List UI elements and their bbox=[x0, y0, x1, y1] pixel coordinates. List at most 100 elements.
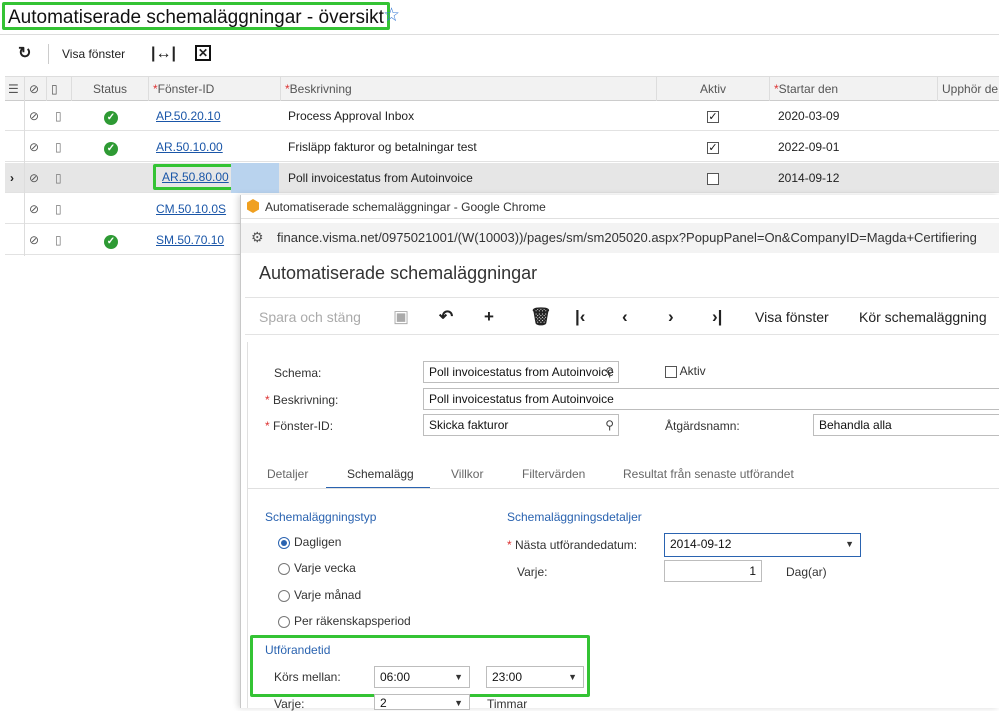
status-ok-icon: ✓ bbox=[104, 225, 118, 255]
row-description: Process Approval Inbox bbox=[288, 109, 415, 123]
add-icon[interactable]: + bbox=[484, 298, 494, 336]
address-bar[interactable]: ⚙ finance.visma.net/0975021001/(W(10003)… bbox=[241, 223, 999, 253]
screen-id-link[interactable]: CM.50.10.0S bbox=[156, 194, 226, 224]
row-start-date: 2014-09-12 bbox=[778, 171, 840, 185]
screen-id-label: * Fönster-ID: bbox=[265, 419, 334, 433]
chrome-title-bar: Automatiserade schemaläggningar - Google… bbox=[241, 195, 999, 219]
note-icon[interactable]: ▯ bbox=[55, 163, 62, 193]
undo-icon[interactable]: ↶ bbox=[439, 298, 453, 336]
next-record-icon[interactable]: › bbox=[668, 298, 674, 336]
search-icon[interactable]: ⚲ bbox=[605, 362, 614, 382]
col-screen-id[interactable]: *Fönster-ID bbox=[149, 77, 281, 101]
paperclip-icon[interactable]: ⊘ bbox=[29, 163, 39, 193]
description-label: * Beskrivning: bbox=[265, 393, 339, 407]
active-checkbox[interactable] bbox=[707, 163, 719, 193]
every-hours-unit: Timmar bbox=[487, 697, 528, 711]
previous-record-icon[interactable]: ‹ bbox=[622, 298, 628, 336]
note-icon[interactable]: ▯ bbox=[55, 225, 62, 255]
cell-focus bbox=[231, 163, 279, 193]
screen-title: Automatiserade schemaläggningar bbox=[259, 263, 538, 283]
tab-filter-values[interactable]: Filtervärden bbox=[522, 467, 585, 489]
row-start-date: 2022-09-01 bbox=[778, 140, 840, 154]
row-selector-column bbox=[5, 101, 25, 256]
radio-daily[interactable]: Dagligen bbox=[278, 535, 341, 549]
radio-per-period[interactable]: Per räkenskapsperiod bbox=[278, 614, 411, 628]
first-record-icon[interactable]: |‹ bbox=[575, 298, 585, 336]
dropdown-arrow-icon[interactable]: ▼ bbox=[568, 667, 577, 687]
screen-id-link[interactable]: SM.50.70.10 bbox=[156, 225, 224, 255]
columns-config-icon[interactable]: ☰ bbox=[5, 77, 25, 101]
schedule-details-heading: Schemaläggningsdetaljer bbox=[507, 510, 642, 524]
col-status[interactable]: Status bbox=[72, 77, 149, 101]
grid-header: ☰ ⊘ ▯ Status *Fönster-ID *Beskrivning Ak… bbox=[5, 76, 999, 101]
row-start-date: 2020-03-09 bbox=[778, 109, 840, 123]
next-run-label: * Nästa utförandedatum: bbox=[507, 538, 638, 552]
row-description: Frisläpp fakturor og betalningar test bbox=[288, 140, 477, 154]
save-icon[interactable]: ▣ bbox=[393, 298, 409, 336]
start-time-select[interactable]: 06:00 ▼ bbox=[374, 666, 470, 688]
url-text[interactable]: finance.visma.net/0975021001/(W(10003))/… bbox=[277, 230, 977, 245]
every-label: Varje: bbox=[517, 565, 548, 579]
execution-time-heading: Utförandetid bbox=[265, 643, 331, 657]
note-icon[interactable]: ▯ bbox=[55, 101, 62, 131]
attachment-header-icon: ⊘ bbox=[25, 77, 47, 101]
save-close-button[interactable]: Spara och stäng bbox=[259, 298, 361, 336]
note-icon[interactable]: ▯ bbox=[55, 132, 62, 162]
run-schedule-button[interactable]: Kör schemaläggning bbox=[859, 298, 987, 336]
popup-toolbar: Spara och stäng ▣ ↶ + 🗑 |‹ ‹ › ›| Visa f… bbox=[245, 297, 999, 335]
radio-weekly[interactable]: Varje vecka bbox=[278, 561, 356, 575]
dropdown-arrow-icon[interactable]: ▼ bbox=[454, 667, 463, 687]
fit-columns-icon[interactable]: |↔| bbox=[151, 44, 176, 64]
dropdown-arrow-icon[interactable]: ▼ bbox=[845, 534, 854, 554]
col-starts-on[interactable]: *Startar den bbox=[770, 77, 938, 101]
window-title: Automatiserade schemaläggningar - Google… bbox=[265, 200, 546, 214]
tab-divider bbox=[247, 488, 999, 489]
next-run-date-field[interactable]: 2014-09-12 ▼ bbox=[664, 533, 861, 557]
tab-details[interactable]: Detaljer bbox=[267, 467, 308, 489]
table-row[interactable]: ⊘ ▯ ✓ AR.50.10.00 Frisläpp fakturor og b… bbox=[5, 132, 999, 162]
paperclip-icon[interactable]: ⊘ bbox=[29, 101, 39, 131]
tab-schedule[interactable]: Schemalägg bbox=[326, 467, 430, 489]
active-checkbox[interactable]: Aktiv bbox=[665, 364, 706, 378]
screen-id-link[interactable]: AP.50.20.10 bbox=[156, 101, 221, 131]
col-active[interactable]: Aktiv bbox=[657, 77, 770, 101]
table-row-selected[interactable]: › ⊘ ▯ AR.50.80.00 Poll invoicestatus fro… bbox=[5, 163, 999, 193]
tab-last-results[interactable]: Resultat från senaste utförandet bbox=[623, 467, 794, 489]
note-icon[interactable]: ▯ bbox=[55, 194, 62, 224]
row-description: Poll invoicestatus from Autoinvoice bbox=[288, 171, 473, 185]
active-checkbox[interactable]: ✓ bbox=[707, 101, 719, 131]
site-settings-icon[interactable]: ⚙ bbox=[251, 229, 264, 246]
refresh-icon[interactable]: ↻ bbox=[18, 44, 31, 64]
screen-id-field[interactable]: Skicka fakturor ⚲ bbox=[423, 414, 619, 436]
radio-monthly[interactable]: Varje månad bbox=[278, 588, 361, 602]
col-expires[interactable]: Upphör de bbox=[938, 77, 999, 101]
col-description[interactable]: *Beskrivning bbox=[281, 77, 657, 101]
schema-field[interactable]: Poll invoicestatus from Autoinvoice ⚲ bbox=[423, 361, 619, 383]
visma-logo-icon bbox=[247, 199, 259, 213]
end-time-select[interactable]: 23:00 ▼ bbox=[486, 666, 584, 688]
screen-id-link[interactable]: AR.50.10.00 bbox=[156, 132, 223, 162]
schedule-type-heading: Schemaläggningstyp bbox=[265, 510, 377, 524]
runs-between-label: Körs mellan: bbox=[274, 670, 341, 684]
view-window-button[interactable]: Visa fönster bbox=[62, 44, 125, 64]
favorite-star-icon[interactable]: ☆ bbox=[383, 4, 400, 27]
popup-window: Automatiserade schemaläggningar - Google… bbox=[240, 195, 999, 711]
title-divider bbox=[0, 34, 999, 35]
action-name-select[interactable]: Behandla alla bbox=[813, 414, 999, 436]
delete-icon[interactable]: 🗑 bbox=[530, 298, 552, 336]
description-field[interactable]: Poll invoicestatus from Autoinvoice bbox=[423, 388, 999, 410]
tab-conditions[interactable]: Villkor bbox=[451, 467, 483, 489]
page-title: Automatiserade schemaläggningar - översi… bbox=[2, 2, 390, 30]
active-checkbox[interactable]: ✓ bbox=[707, 132, 719, 162]
paperclip-icon[interactable]: ⊘ bbox=[29, 132, 39, 162]
paperclip-icon[interactable]: ⊘ bbox=[29, 194, 39, 224]
excel-export-icon[interactable]: ✕ bbox=[195, 45, 211, 61]
last-record-icon[interactable]: ›| bbox=[712, 298, 722, 336]
schema-label: Schema: bbox=[274, 366, 322, 380]
every-hours-label: Varje: bbox=[274, 697, 305, 711]
view-window-button[interactable]: Visa fönster bbox=[755, 298, 829, 336]
every-days-field[interactable]: 1 bbox=[664, 560, 762, 582]
table-row[interactable]: ⊘ ▯ ✓ AP.50.20.10 Process Approval Inbox… bbox=[5, 101, 999, 131]
search-icon[interactable]: ⚲ bbox=[605, 415, 614, 435]
paperclip-icon[interactable]: ⊘ bbox=[29, 225, 39, 255]
